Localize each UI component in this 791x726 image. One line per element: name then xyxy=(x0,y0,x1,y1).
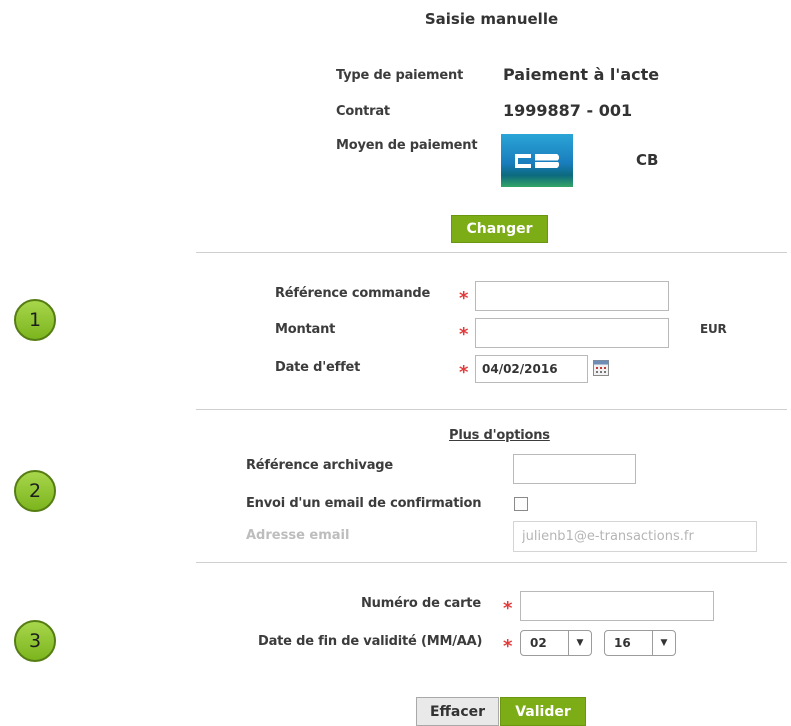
archive-reference-input[interactable] xyxy=(513,454,636,484)
email-address-input[interactable] xyxy=(513,521,757,552)
order-reference-label: Référence commande xyxy=(275,286,431,301)
payment-means-value: CB xyxy=(636,151,659,169)
effective-date-input[interactable] xyxy=(475,355,588,383)
currency-label: EUR xyxy=(700,322,727,336)
order-reference-input[interactable] xyxy=(475,281,669,311)
step-1-badge: 1 xyxy=(14,299,56,341)
more-options-link[interactable]: Plus d'options xyxy=(449,428,550,443)
chevron-down-icon: ▼ xyxy=(568,631,591,655)
required-mark: * xyxy=(503,598,513,619)
clear-button[interactable]: Effacer xyxy=(416,697,499,726)
payment-type-value: Paiement à l'acte xyxy=(503,65,660,84)
archive-reference-label: Référence archivage xyxy=(246,458,394,473)
page-title: Saisie manuelle xyxy=(424,10,559,28)
required-mark: * xyxy=(459,362,469,383)
divider xyxy=(196,409,787,410)
required-mark: * xyxy=(503,636,513,657)
expiry-month-select[interactable]: 02 ▼ xyxy=(520,630,592,656)
payment-means-label: Moyen de paiement xyxy=(336,138,478,153)
chevron-down-icon: ▼ xyxy=(652,631,675,655)
payment-type-label: Type de paiement xyxy=(336,68,464,83)
divider xyxy=(196,562,787,563)
expiry-year-select[interactable]: 16 ▼ xyxy=(604,630,676,656)
expiry-month-value: 02 xyxy=(530,636,547,650)
expiry-date-label: Date de fin de validité (MM/AA) xyxy=(258,634,483,649)
contract-label: Contrat xyxy=(336,104,390,119)
step-3-badge: 3 xyxy=(14,620,56,662)
divider xyxy=(196,252,787,253)
cb-logo-icon xyxy=(515,154,560,168)
effective-date-label: Date d'effet xyxy=(275,360,361,375)
calendar-icon[interactable] xyxy=(593,360,609,376)
change-button[interactable]: Changer xyxy=(451,215,548,243)
required-mark: * xyxy=(459,324,469,345)
expiry-year-value: 16 xyxy=(614,636,631,650)
contract-value: 1999887 - 001 xyxy=(503,101,633,120)
email-confirmation-label: Envoi d'un email de confirmation xyxy=(246,496,482,511)
cb-card-logo xyxy=(501,134,573,187)
card-number-label: Numéro de carte xyxy=(361,596,481,611)
amount-input[interactable] xyxy=(475,318,669,348)
email-confirmation-checkbox[interactable] xyxy=(514,497,528,511)
amount-label: Montant xyxy=(275,322,336,337)
submit-button[interactable]: Valider xyxy=(500,697,586,726)
step-2-badge: 2 xyxy=(14,470,56,512)
required-mark: * xyxy=(459,288,469,309)
card-number-input[interactable] xyxy=(520,591,714,621)
email-address-label: Adresse email xyxy=(246,528,350,543)
